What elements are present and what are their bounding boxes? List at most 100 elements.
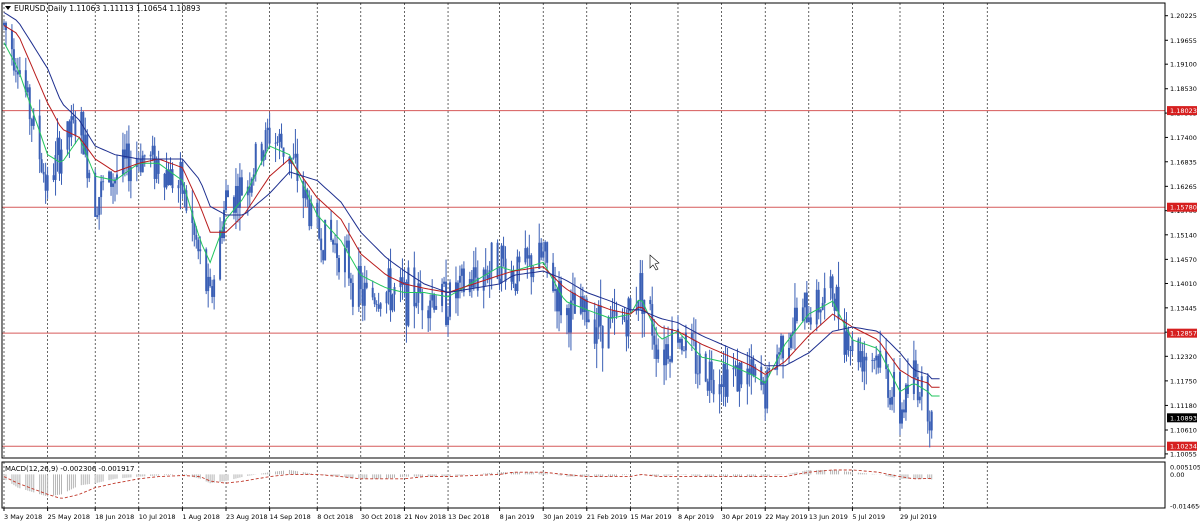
candle-body xyxy=(678,338,681,343)
candle-body xyxy=(460,268,463,276)
candle-body xyxy=(38,115,41,160)
candle-body xyxy=(266,127,269,131)
candle-body xyxy=(153,145,156,179)
candle-body xyxy=(264,130,267,152)
candle-body xyxy=(98,197,101,216)
candle-body xyxy=(46,175,49,191)
candle-body xyxy=(655,344,658,359)
candle-body xyxy=(902,409,905,413)
candle-body xyxy=(823,288,826,303)
candle-body xyxy=(40,159,43,172)
candle-body xyxy=(445,281,448,325)
price-tick-label: 1.11750 xyxy=(1170,377,1197,385)
candle-body xyxy=(68,121,71,138)
candle-body xyxy=(10,30,13,50)
candle-body xyxy=(865,356,868,361)
candle-body xyxy=(556,289,559,312)
date-tick-label: 23 Aug 2018 xyxy=(226,513,268,521)
candle-body xyxy=(310,202,313,227)
candle-body xyxy=(694,340,697,374)
candle-body xyxy=(524,248,527,263)
candle-body xyxy=(343,247,346,273)
price-tick-label: 1.18530 xyxy=(1170,85,1197,93)
candle-body xyxy=(657,349,660,359)
candle-body xyxy=(764,380,767,409)
candle-body xyxy=(405,281,408,326)
candle-body xyxy=(558,280,561,312)
chart-canvas[interactable]: 1.202251.196551.191001.185301.179651.174… xyxy=(0,0,1200,523)
candle-body xyxy=(573,292,576,314)
candle-body xyxy=(345,240,348,248)
date-tick-label: 10 Jul 2018 xyxy=(139,513,176,521)
candle-body xyxy=(665,344,668,366)
candle-body xyxy=(803,292,806,308)
candle-body xyxy=(240,177,243,196)
candle-body xyxy=(385,292,388,304)
candle-body xyxy=(920,376,923,397)
symbol-header-text: EURUSD,Daily 1.11063 1.11113 1.10654 1.1… xyxy=(14,4,201,13)
candle-body xyxy=(746,368,749,385)
candle-body xyxy=(722,363,725,387)
candle-body xyxy=(294,153,297,158)
candle-body xyxy=(490,242,493,271)
candle-body xyxy=(706,381,709,391)
candle-body xyxy=(569,300,572,333)
candle-body xyxy=(14,70,17,72)
candle-body xyxy=(296,153,299,181)
candle-body xyxy=(72,116,75,120)
candle-body xyxy=(918,396,921,401)
candle-body xyxy=(597,305,600,328)
candle-body xyxy=(413,267,416,307)
candle-body xyxy=(26,87,29,93)
candle-body xyxy=(653,335,656,345)
date-tick-label: 29 Jul 2019 xyxy=(900,513,937,521)
candle-body xyxy=(831,276,834,299)
symbol-header: EURUSD,Daily 1.11063 1.11113 1.10654 1.1… xyxy=(5,4,201,13)
candle-body xyxy=(516,256,519,291)
candle-body xyxy=(649,299,652,305)
candle-body xyxy=(94,172,97,217)
candle-body xyxy=(361,289,364,306)
candle-body xyxy=(663,349,666,366)
date-tick-label: 30 Apr 2019 xyxy=(722,513,762,521)
candle-body xyxy=(193,223,196,235)
candle-body xyxy=(554,289,557,292)
candle-body xyxy=(712,379,715,395)
price-tick-label: 1.16265 xyxy=(1170,183,1197,191)
date-tick-label: 5 Jul 2019 xyxy=(852,513,885,521)
candle-body xyxy=(102,181,105,183)
candle-body xyxy=(207,276,210,292)
candle-body xyxy=(347,240,350,279)
candle-body xyxy=(199,249,202,252)
candle-body xyxy=(441,283,444,306)
price-tick-label: 1.16835 xyxy=(1170,158,1197,166)
candle-body xyxy=(139,158,142,173)
candle-body xyxy=(504,258,507,282)
candle-body xyxy=(181,161,184,194)
candle-body xyxy=(571,292,574,301)
candle-body xyxy=(877,355,880,368)
date-tick-label: 8 Apr 2019 xyxy=(678,513,714,521)
candle-body xyxy=(373,297,376,305)
candle-body xyxy=(3,22,5,26)
candle-body xyxy=(443,281,446,284)
macd-header: MACD(12,26,9) -0.002306 -0.001917 xyxy=(5,465,134,473)
candle-body xyxy=(760,366,763,385)
candle-body xyxy=(893,372,896,397)
candle-body xyxy=(851,339,854,352)
candle-body xyxy=(540,242,543,258)
candle-body xyxy=(815,289,818,325)
candle-body xyxy=(209,276,212,287)
candle-body xyxy=(359,265,362,290)
trading-chart[interactable]: 1.202251.196551.191001.185301.179651.174… xyxy=(0,0,1200,523)
price-tick-label: 1.11180 xyxy=(1170,402,1197,410)
candle-body xyxy=(724,363,727,397)
candle-body xyxy=(458,275,461,283)
candle-body xyxy=(393,287,396,295)
candle-body xyxy=(601,325,604,349)
candle-body xyxy=(502,245,505,259)
candle-body xyxy=(431,294,434,301)
candle-body xyxy=(710,361,713,380)
candle-body xyxy=(669,359,672,362)
candle-body xyxy=(546,242,549,263)
